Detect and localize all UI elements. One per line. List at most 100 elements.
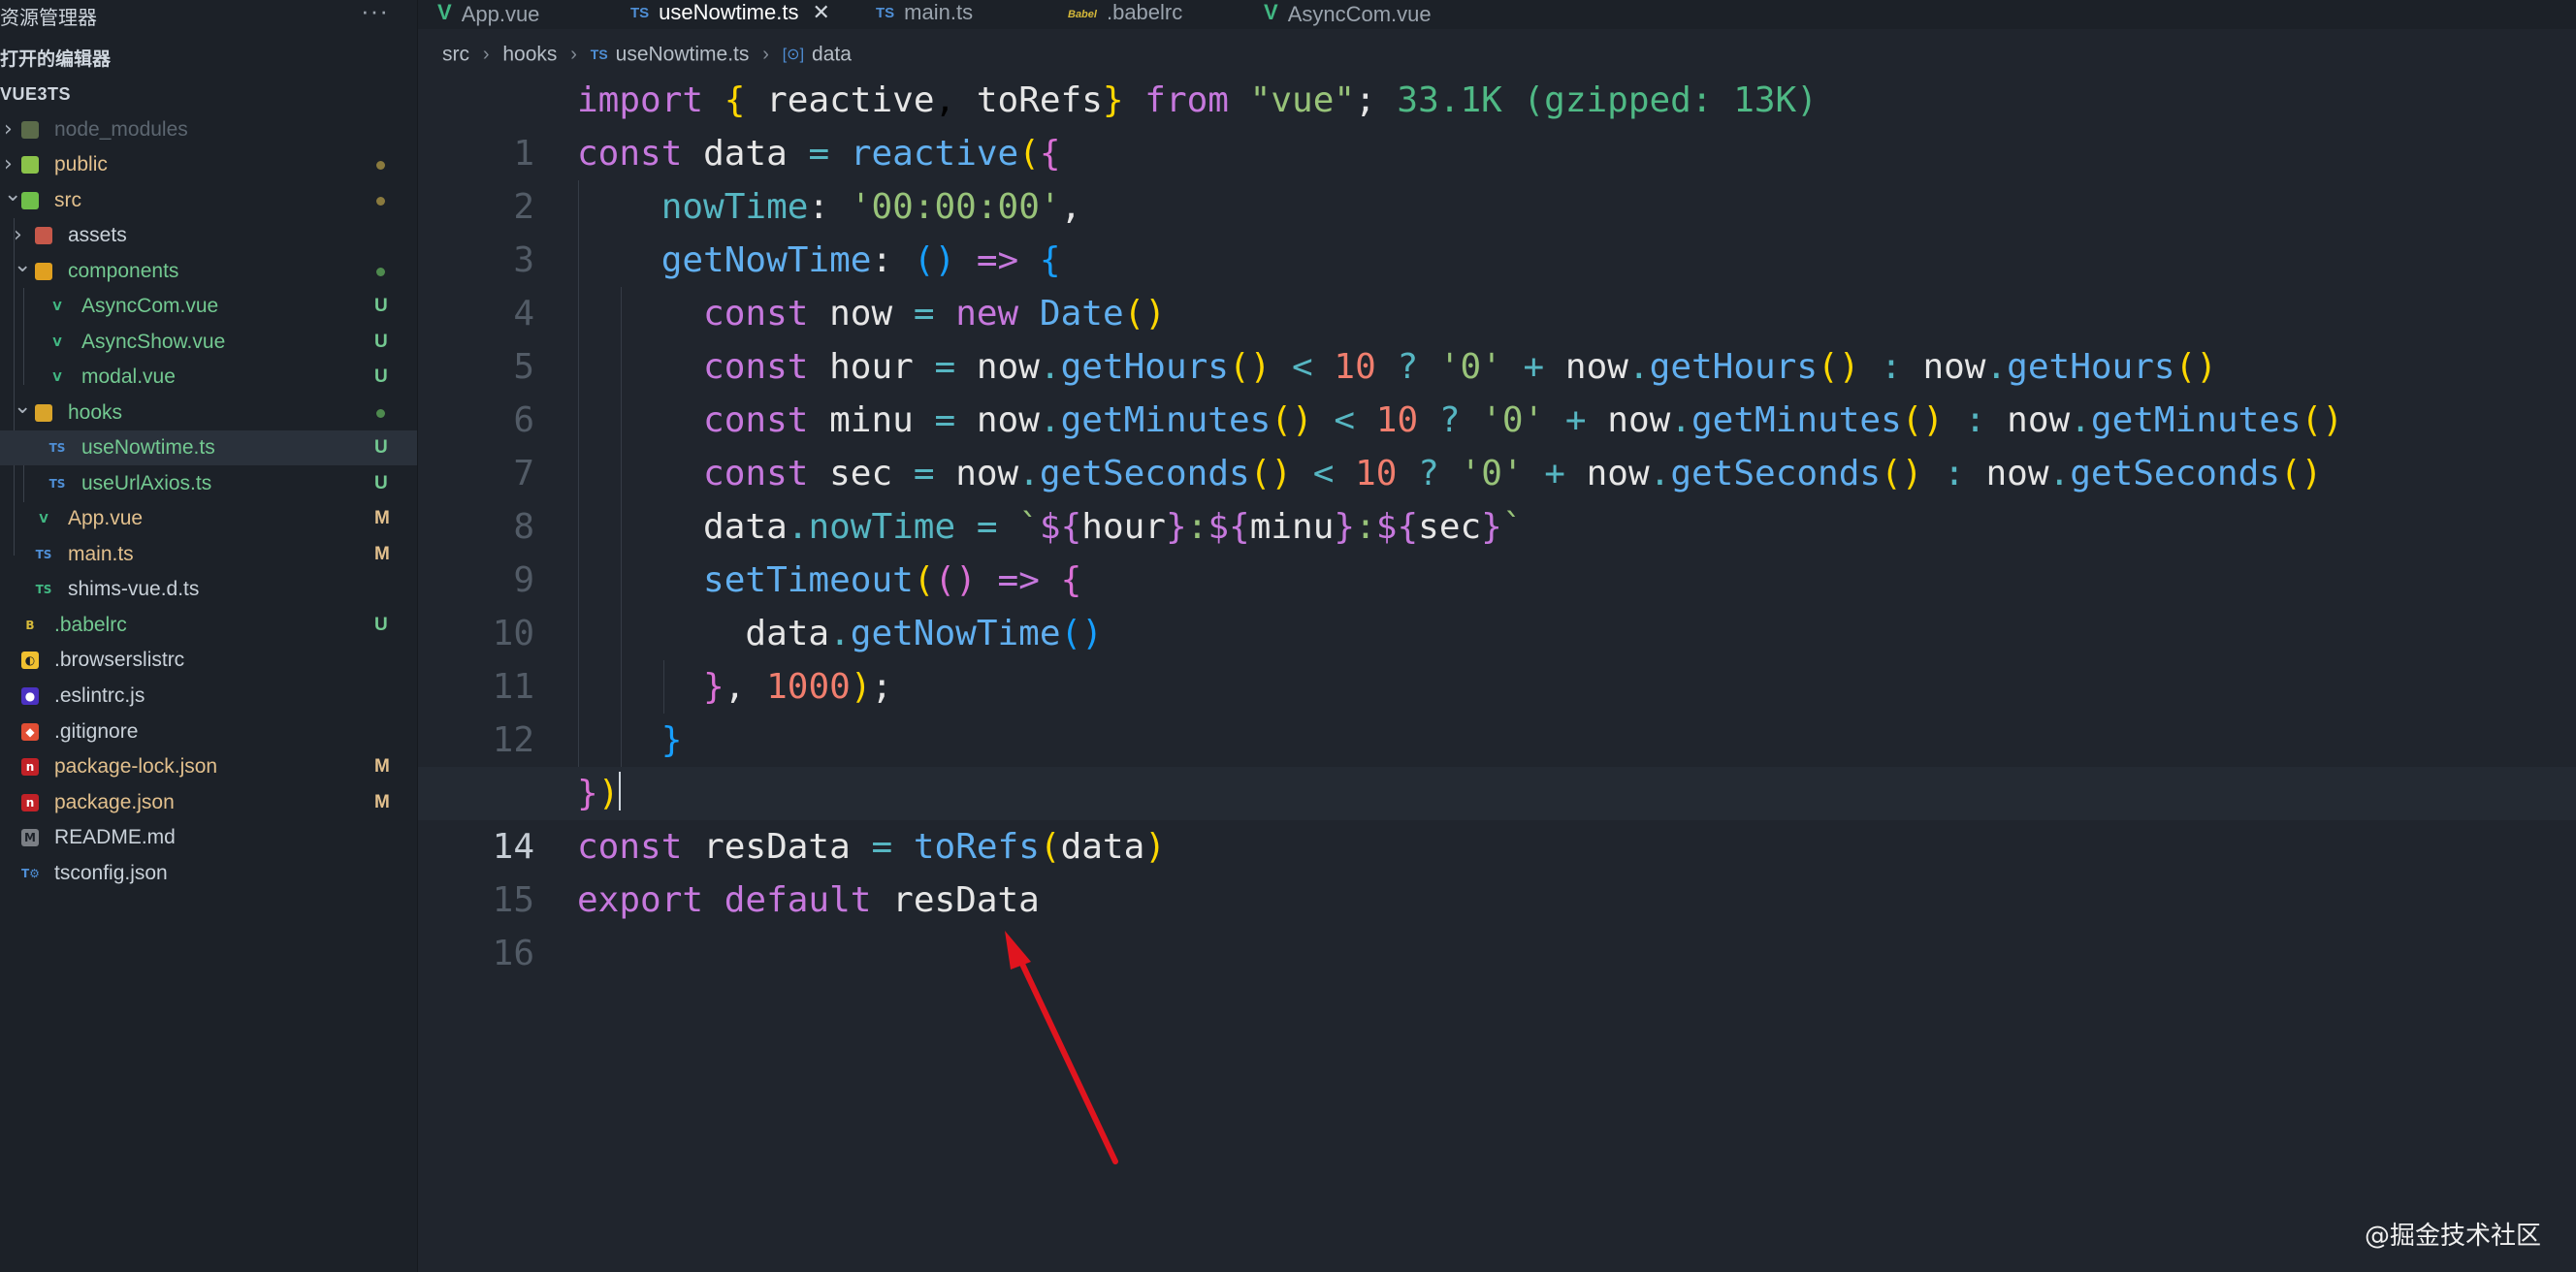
code-line[interactable]: 10 setTimeout(() => {: [418, 554, 2576, 653]
text-cursor: [619, 772, 622, 811]
tree-item-modal-vue[interactable]: Vmodal.vue U: [0, 360, 417, 395]
vue-file-icon: V: [437, 0, 452, 24]
tree-item-label: tsconfig.json: [54, 862, 168, 884]
close-icon[interactable]: ✕: [812, 0, 829, 24]
code-line[interactable]: 2 const data = reactive({: [418, 127, 2576, 227]
tree-item-asyncshow-vue[interactable]: V AsyncShow.vue U: [0, 325, 417, 360]
code-line[interactable]: 11 data.getNowTime(): [418, 607, 2576, 707]
git-status-dot: [376, 161, 385, 170]
code-line[interactable]: 15 const resData = toRefs(data): [418, 820, 2576, 920]
git-status-badge: U: [374, 332, 388, 352]
code-line[interactable]: 9 data.nowTime = `${hour}:${minu}:${sec}…: [418, 500, 2576, 600]
code-line[interactable]: 7 const minu = now.getMinutes() < 10 ? '…: [418, 394, 2576, 493]
tree-item-babelrc[interactable]: B .babelrc U: [0, 608, 417, 643]
tree-item-browserslistrc[interactable]: ◐ .browserslistrc: [0, 643, 417, 678]
tree-item-node-modules[interactable]: › node_modules: [0, 112, 417, 147]
tab-app-vue[interactable]: V App.vue: [437, 0, 539, 29]
assets-folder-icon: [35, 227, 52, 244]
git-status-badge: U: [374, 296, 388, 316]
tree-item-label: modal.vue: [81, 366, 176, 388]
hooks-folder-icon: [35, 404, 52, 422]
tree-item-eslintrc-js[interactable]: ● .eslintrc.js: [0, 679, 417, 714]
code-line[interactable]: 1 import { reactive, toRefs} from "vue";…: [418, 74, 2576, 174]
tree-item-asynccom-vue[interactable]: V AsyncCom.vue U: [0, 289, 417, 324]
tree-item-label: .babelrc: [54, 614, 127, 636]
code-text: }): [577, 772, 622, 813]
tree-item-label: .gitignore: [54, 720, 139, 743]
chevron-down-icon[interactable]: ⌄: [14, 390, 31, 425]
tree-item-hooks[interactable]: ⌄ hooks: [0, 395, 417, 430]
code-text: const resData = toRefs(data): [577, 827, 1166, 867]
chevron-right-icon: ›: [570, 43, 577, 65]
tab-usenowtime-ts[interactable]: TS useNowtime.ts ✕: [630, 0, 830, 29]
more-actions-icon[interactable]: ···: [361, 0, 389, 26]
tree-item-assets[interactable]: › assets: [0, 218, 417, 253]
tree-item-label: public: [54, 153, 108, 175]
public-folder-icon: [21, 156, 39, 174]
tree-item-components[interactable]: ⌄ components: [0, 253, 417, 289]
git-status-badge: M: [374, 544, 390, 564]
tree-item-src[interactable]: ⌄ src: [0, 182, 417, 218]
open-editors-section[interactable]: 打开的编辑器: [0, 45, 111, 71]
tab-main-ts[interactable]: TS main.ts: [876, 0, 973, 29]
code-line[interactable]: 4 getNowTime: () => {: [418, 234, 2576, 334]
chevron-down-icon[interactable]: ⌄: [14, 248, 31, 283]
chevron-right-icon: ›: [762, 43, 769, 65]
code-line[interactable]: 5 const now = new Date(): [418, 287, 2576, 387]
import-cost-annotation: 33.1K (gzipped: 13K): [1397, 80, 1818, 120]
git-status-dot: [376, 268, 385, 276]
code-line[interactable]: 16 export default resData: [418, 874, 2576, 973]
code-editor[interactable]: 1 import { reactive, toRefs} from "vue";…: [418, 74, 2576, 1272]
tree-item-useurlaxios-ts[interactable]: TS useUrlAxios.ts U: [0, 466, 417, 501]
typescript-file-icon: TS: [35, 548, 52, 561]
code-line[interactable]: 3 nowTime: '00:00:00',: [418, 180, 2576, 280]
chevron-down-icon[interactable]: ⌄: [4, 177, 21, 212]
code-line[interactable]: 6 const hour = now.getHours() < 10 ? '0'…: [418, 340, 2576, 440]
tree-item-package-lock-json[interactable]: n package-lock.json M: [0, 749, 417, 784]
breadcrumb-src[interactable]: src: [442, 43, 469, 65]
tree-item-label: README.md: [54, 826, 176, 848]
breadcrumb-file[interactable]: useNowtime.ts: [616, 43, 750, 65]
tree-item-shims-vue-d-ts[interactable]: TS shims-vue.d.ts: [0, 572, 417, 607]
tree-item-main-ts[interactable]: TS main.ts M: [0, 537, 417, 572]
code-line[interactable]: 8 const sec = now.getSeconds() < 10 ? '0…: [418, 447, 2576, 547]
typescript-file-icon: TS: [48, 477, 66, 491]
chevron-right-icon[interactable]: ›: [4, 112, 17, 147]
tree-item-public[interactable]: › public: [0, 147, 417, 182]
tree-item-readme-md[interactable]: M README.md: [0, 820, 417, 855]
tree-item-label: .browserslistrc: [54, 649, 185, 671]
tree-item-label: node_modules: [54, 118, 188, 141]
code-text: }, 1000);: [703, 667, 893, 707]
git-status-dot: [376, 409, 385, 418]
explorer-title: 资源管理器: [0, 6, 97, 29]
breadcrumb-hooks[interactable]: hooks: [502, 43, 557, 65]
editor-tab-bar: V App.vue TS useNowtime.ts ✕ TS main.ts Babe…: [418, 0, 2576, 29]
breadcrumb-symbol[interactable]: data: [812, 43, 852, 65]
git-file-icon: ◆: [21, 723, 39, 741]
project-root-label[interactable]: VUE3TS: [0, 84, 71, 105]
chevron-right-icon: ›: [482, 43, 490, 65]
npm-file-icon: n: [21, 758, 39, 776]
tree-item-package-json[interactable]: n package.json M: [0, 785, 417, 820]
code-line[interactable]: 12 }, 1000);: [418, 660, 2576, 760]
git-status-dot: [376, 197, 385, 206]
tab-asynccom-vue[interactable]: V AsyncCom.vue: [1264, 0, 1432, 29]
code-line[interactable]: 13 }: [418, 714, 2576, 813]
code-text: const minu = now.getMinutes() < 10 ? '0'…: [703, 400, 2343, 440]
eslint-file-icon: ●: [21, 687, 39, 705]
code-line-current[interactable]: 14 }): [418, 767, 2576, 867]
tree-item-label: shims-vue.d.ts: [68, 578, 200, 600]
tree-item-gitignore[interactable]: ◆ .gitignore: [0, 715, 417, 749]
tree-item-tsconfig-json[interactable]: T⚙ tsconfig.json: [0, 856, 417, 891]
typescript-file-icon: TS: [876, 5, 895, 21]
tab-babelrc[interactable]: Babel .babelrc: [1068, 0, 1182, 29]
tree-item-label: hooks: [68, 401, 123, 424]
tree-item-usenowtime-ts[interactable]: TS useNowtime.ts U: [0, 430, 417, 465]
tree-item-app-vue[interactable]: V App.vue M: [0, 501, 417, 536]
vue-file-icon: V: [52, 300, 62, 313]
tree-item-label: useUrlAxios.ts: [81, 472, 212, 494]
typescript-file-icon: TS: [590, 47, 608, 63]
tab-label: useNowtime.ts: [659, 0, 799, 24]
tree-item-label: package-lock.json: [54, 755, 218, 778]
line-number: 16: [492, 934, 534, 973]
